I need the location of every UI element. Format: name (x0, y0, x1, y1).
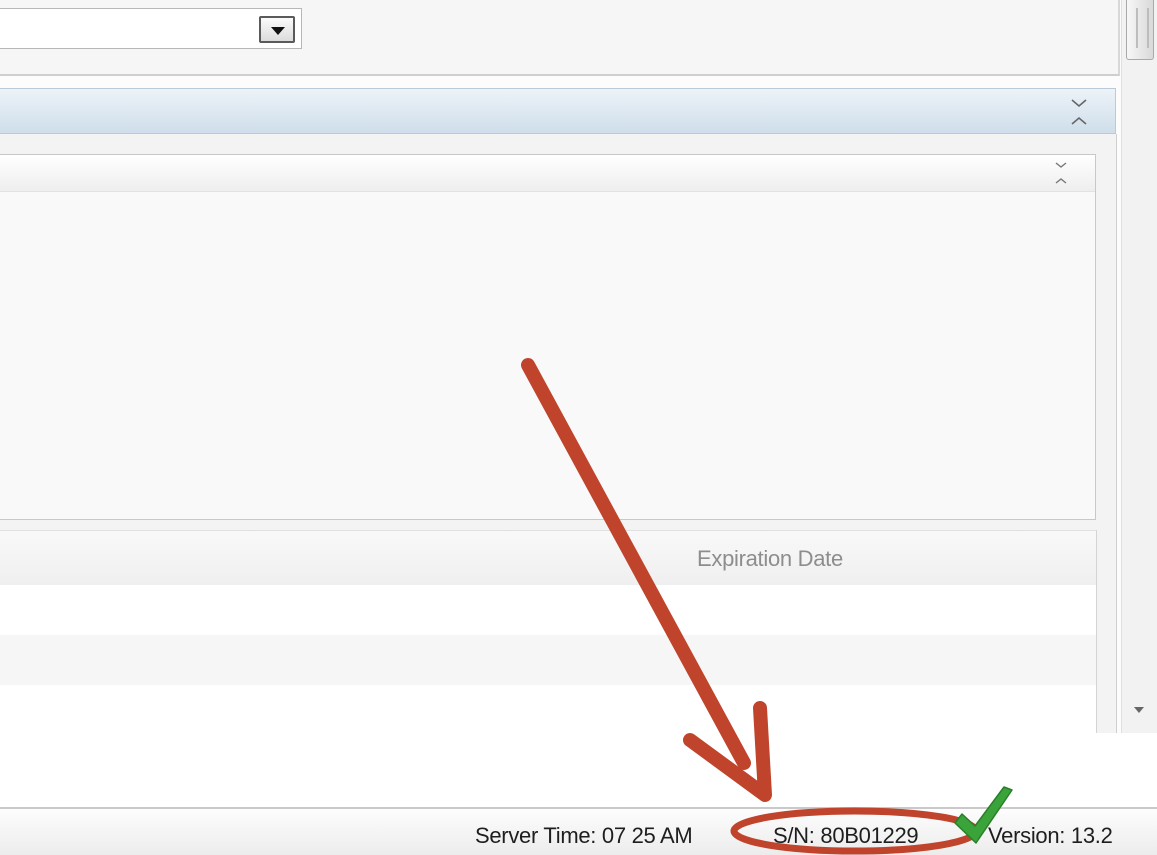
column-header-expiration-date[interactable]: Expiration Date (697, 546, 843, 572)
app-window: Expiration Date Server Time: 07 25 AM S/… (0, 0, 1157, 855)
inner-panel-header (0, 155, 1095, 192)
server-time: Server Time: 07 25 AM (475, 823, 693, 848)
version-label: Version: 13.2 (988, 823, 1113, 848)
status-bar: Server Time: 07 25 AM S/N: 80B01229 Vers… (0, 807, 1157, 855)
toolbar-area (0, 0, 1120, 76)
scroll-down-icon[interactable] (1134, 707, 1144, 713)
collapse-expand-icon[interactable] (1051, 160, 1071, 187)
inner-panel (0, 154, 1096, 520)
data-grid: Expiration Date (0, 530, 1097, 733)
collapse-expand-icon[interactable] (1069, 97, 1089, 128)
serial-number: S/N: 80B01229 (773, 823, 919, 848)
table-row[interactable] (0, 585, 1096, 635)
collapse-expand-glyph (1055, 162, 1067, 184)
filter-dropdown[interactable] (0, 8, 302, 49)
scrollbar-thumb[interactable] (1126, 0, 1154, 60)
vertical-scrollbar[interactable] (1121, 0, 1157, 733)
collapse-expand-glyph (1071, 99, 1087, 125)
table-row[interactable] (0, 685, 1096, 733)
dropdown-arrow-icon (271, 27, 285, 35)
grid-header: Expiration Date (0, 530, 1096, 586)
outer-panel-header (0, 88, 1116, 134)
status-spacer (0, 733, 1157, 807)
dropdown-button[interactable] (259, 16, 295, 43)
table-row[interactable] (0, 635, 1096, 685)
